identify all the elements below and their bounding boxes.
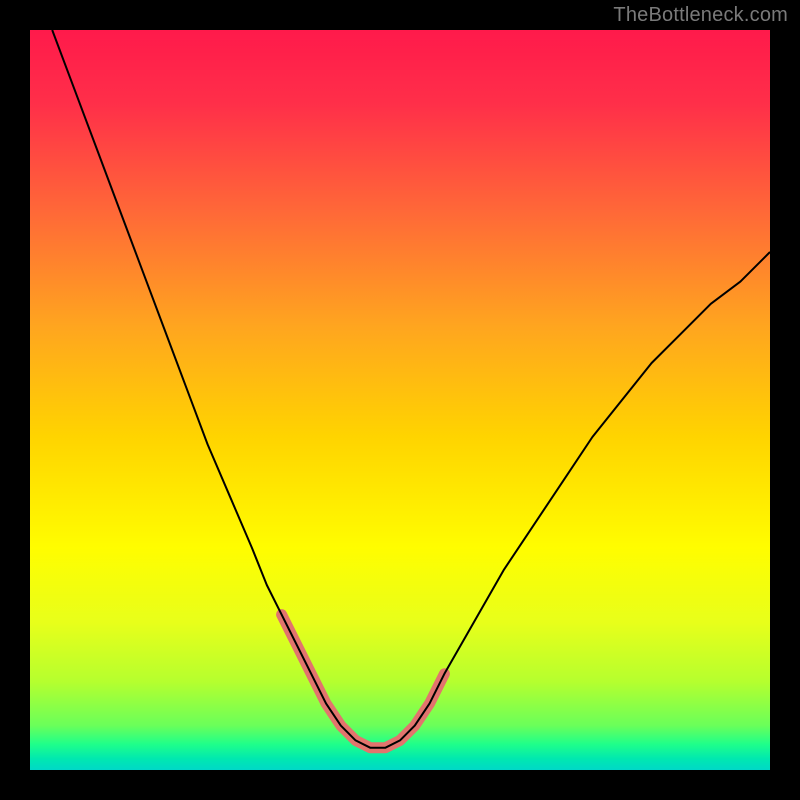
chart-stage: TheBottleneck.com <box>0 0 800 800</box>
chart-svg <box>0 0 800 800</box>
gradient-background <box>30 30 770 770</box>
watermark-text: TheBottleneck.com <box>613 4 788 27</box>
